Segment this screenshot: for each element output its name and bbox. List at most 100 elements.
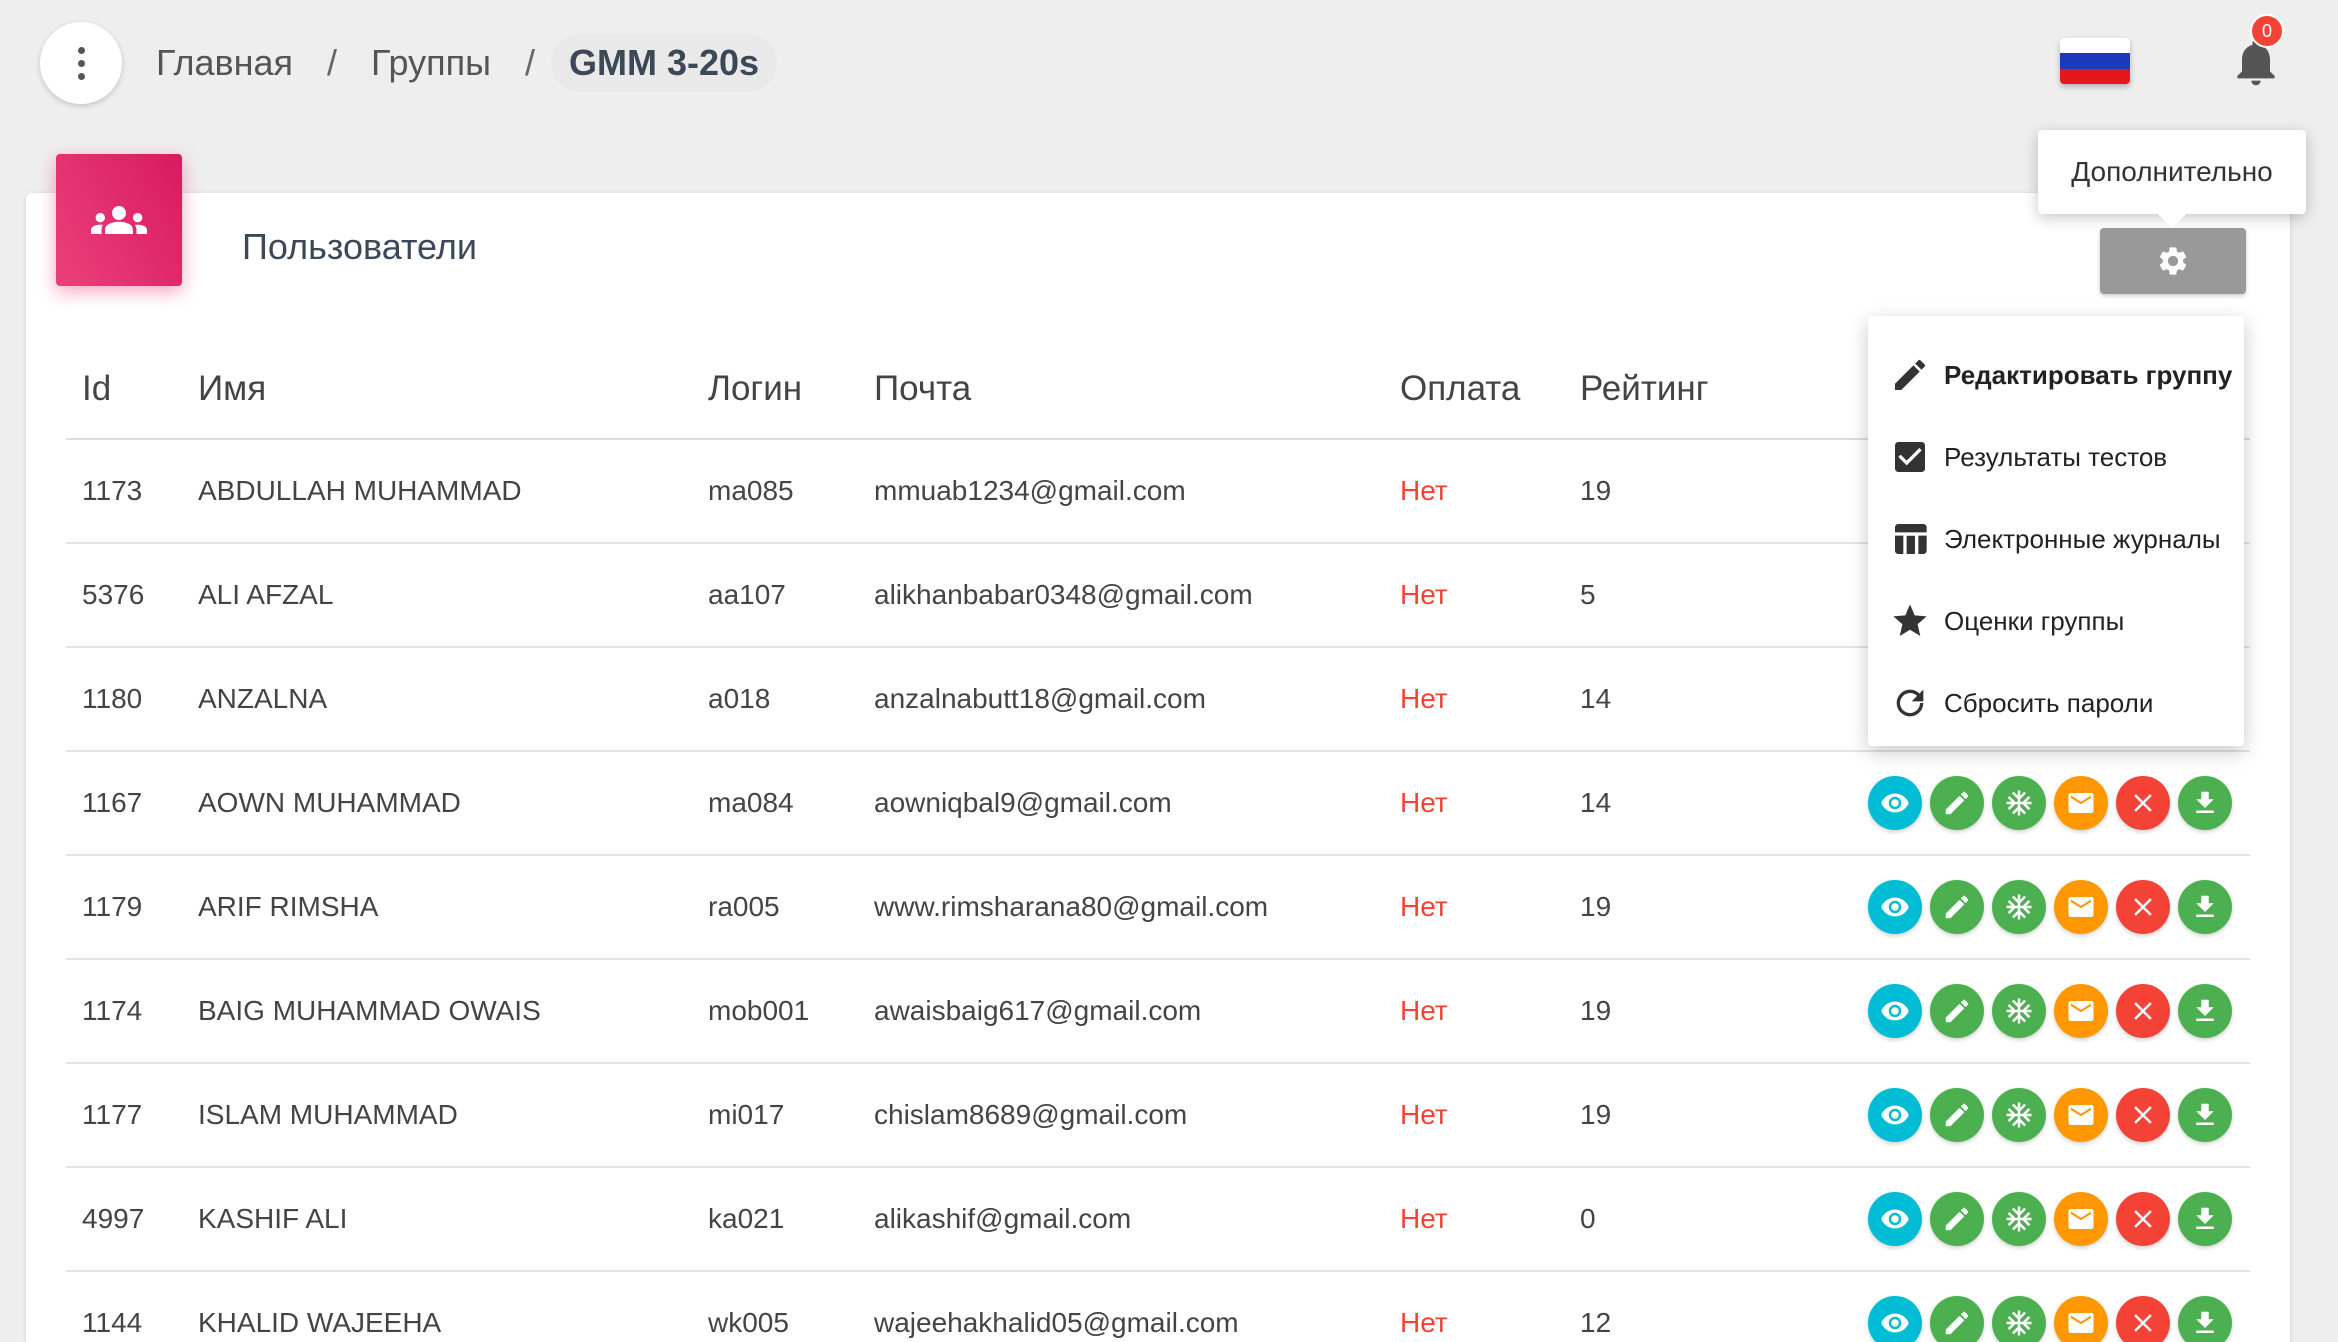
cell-email: aowniqbal9@gmail.com: [874, 787, 1172, 818]
freeze-button[interactable]: [1992, 1192, 2046, 1246]
settings-dropdown-menu: Редактировать группу Результаты тестов Э…: [1868, 316, 2244, 746]
cell-email: alikashif@gmail.com: [874, 1203, 1132, 1234]
freeze-button[interactable]: [1992, 1088, 2046, 1142]
view-button[interactable]: [1868, 1296, 1922, 1342]
close-icon: [2134, 1210, 2152, 1228]
menu-item-test-results[interactable]: Результаты тестов: [1868, 416, 2244, 498]
freeze-button[interactable]: [1992, 776, 2046, 830]
cell-name: ANZALNA: [198, 683, 328, 714]
card-header-icon: [56, 154, 182, 286]
cell-login: mi017: [708, 1099, 785, 1130]
menu-item-group-grades[interactable]: Оценки группы: [1868, 580, 2244, 662]
menu-button[interactable]: [40, 22, 122, 104]
cell-id: 1174: [82, 995, 143, 1026]
cell-name: ARIF RIMSHA: [198, 891, 379, 922]
snowflake-icon: [2006, 894, 2032, 920]
cell-login: aa107: [708, 579, 786, 610]
cell-payment: Нет: [1400, 995, 1448, 1026]
edit-button[interactable]: [1930, 1088, 1984, 1142]
cell-login: ma085: [708, 475, 794, 506]
email-button[interactable]: [2054, 1296, 2108, 1342]
cell-login: ma084: [708, 787, 794, 818]
menu-item-label: Оценки группы: [1944, 605, 2125, 636]
cell-email: mmuab1234@gmail.com: [874, 475, 1186, 506]
download-button[interactable]: [2178, 984, 2232, 1038]
card-title: Пользователи: [242, 226, 477, 267]
row-actions: [1868, 1192, 2232, 1246]
email-button[interactable]: [2054, 1192, 2108, 1246]
delete-button[interactable]: [2116, 1088, 2170, 1142]
download-button[interactable]: [2178, 1192, 2232, 1246]
cell-payment: Нет: [1400, 579, 1448, 610]
cell-rating: 19: [1580, 891, 1612, 922]
cell-name: ISLAM MUHAMMAD: [198, 1099, 458, 1130]
mail-icon: [2068, 793, 2094, 813]
view-button[interactable]: [1868, 880, 1922, 934]
edit-button[interactable]: [1930, 776, 1984, 830]
download-button[interactable]: [2178, 1088, 2232, 1142]
view-button[interactable]: [1868, 776, 1922, 830]
delete-button[interactable]: [2116, 1296, 2170, 1342]
view-button[interactable]: [1868, 984, 1922, 1038]
delete-button[interactable]: [2116, 984, 2170, 1038]
edit-button[interactable]: [1930, 984, 1984, 1038]
menu-item-label: Редактировать группу: [1944, 359, 2233, 390]
download-button[interactable]: [2178, 776, 2232, 830]
notification-count-badge: 0: [2250, 14, 2284, 48]
edit-button[interactable]: [1930, 1296, 1984, 1342]
cell-id: 1173: [82, 475, 143, 506]
freeze-button[interactable]: [1992, 984, 2046, 1038]
view-button[interactable]: [1868, 1192, 1922, 1246]
header-email: Почта: [874, 369, 972, 408]
cell-email: anzalnabutt18@gmail.com: [874, 683, 1206, 714]
email-button[interactable]: [2054, 776, 2108, 830]
delete-button[interactable]: [2116, 1192, 2170, 1246]
header-id: Id: [82, 369, 112, 408]
menu-item-reset-passwords[interactable]: Сбросить пароли: [1868, 662, 2244, 744]
snowflake-icon: [2006, 1206, 2032, 1232]
freeze-button[interactable]: [1992, 1296, 2046, 1342]
table-row: 1177 ISLAM MUHAMMAD mi017 chislam8689@gmail…: [66, 1064, 2250, 1168]
breadcrumb: Главная / Группы / GMM 3-20s: [156, 34, 778, 92]
delete-button[interactable]: [2116, 880, 2170, 934]
edit-button[interactable]: [1930, 1192, 1984, 1246]
download-button[interactable]: [2178, 1296, 2232, 1342]
table-row: 1167 AOWN MUHAMMAD ma084 aowniqbal9@gmail.c…: [66, 752, 2250, 856]
email-button[interactable]: [2054, 1088, 2108, 1142]
email-button[interactable]: [2054, 984, 2108, 1038]
breadcrumb-groups[interactable]: Группы: [371, 42, 491, 84]
breadcrumb-separator: /: [525, 42, 536, 83]
cell-login: wk005: [708, 1307, 789, 1338]
email-button[interactable]: [2054, 880, 2108, 934]
freeze-button[interactable]: [1992, 880, 2046, 934]
row-actions: [1868, 984, 2232, 1038]
cell-name: ABDULLAH MUHAMMAD: [198, 475, 522, 506]
close-icon: [2134, 898, 2152, 916]
cell-name: ALI AFZAL: [198, 579, 334, 610]
download-button[interactable]: [2178, 880, 2232, 934]
mail-icon: [2068, 1209, 2094, 1229]
cell-name: AOWN MUHAMMAD: [198, 787, 461, 818]
breadcrumb-home[interactable]: Главная: [156, 42, 293, 84]
more-vert-icon: [77, 46, 85, 80]
eye-icon: [1881, 793, 1909, 813]
edit-button[interactable]: [1930, 880, 1984, 934]
cell-name: BAIG MUHAMMAD OWAIS: [198, 995, 541, 1026]
table-row: 1179 ARIF RIMSHA ra005 www.rimsharana80@gma…: [66, 856, 2250, 960]
cell-payment: Нет: [1400, 1203, 1448, 1234]
cell-payment: Нет: [1400, 787, 1448, 818]
settings-button[interactable]: [2100, 228, 2246, 294]
row-actions: [1868, 1088, 2232, 1142]
header-payment: Оплата: [1400, 369, 1521, 408]
breadcrumb-separator: /: [327, 42, 338, 83]
menu-item-label: Сбросить пароли: [1944, 687, 2154, 718]
view-button[interactable]: [1868, 1088, 1922, 1142]
table-icon: [1895, 524, 1927, 554]
russian-flag-icon[interactable]: [2060, 38, 2130, 84]
menu-item-e-journals[interactable]: Электронные журналы: [1868, 498, 2244, 580]
cell-payment: Нет: [1400, 1307, 1448, 1338]
breadcrumb-current: GMM 3-20s: [551, 34, 778, 92]
cell-name: KHALID WAJEEHA: [198, 1307, 442, 1338]
menu-item-edit-group[interactable]: Редактировать группу: [1868, 334, 2244, 416]
delete-button[interactable]: [2116, 776, 2170, 830]
